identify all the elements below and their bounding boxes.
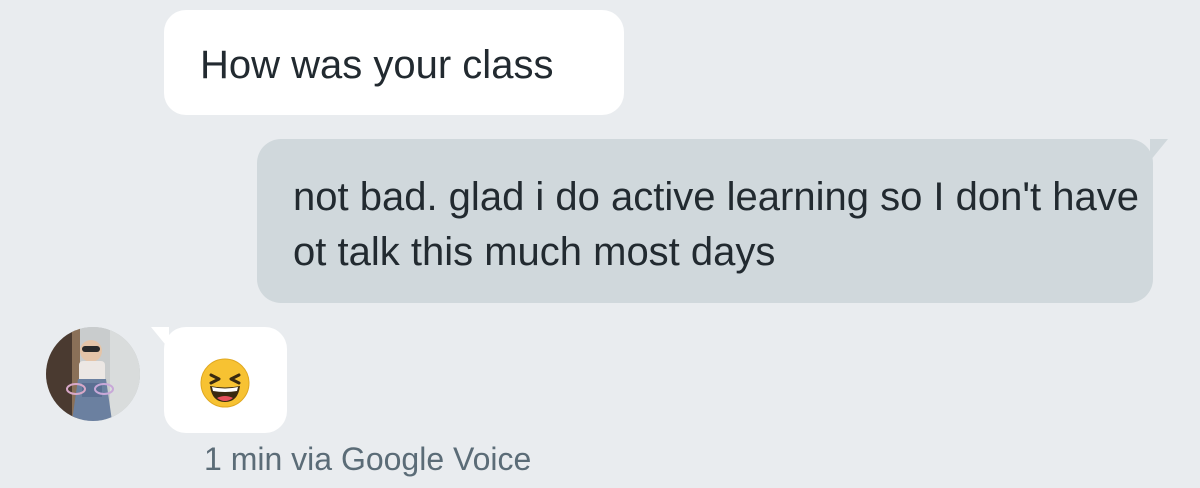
message-timestamp: 1 min via Google Voice (204, 441, 532, 477)
message-text: How was your class (200, 43, 554, 87)
laughing-face-icon (200, 358, 250, 408)
outgoing-bubble-tail (1150, 139, 1168, 161)
contact-avatar[interactable] (46, 327, 140, 421)
avatar-photo (46, 327, 140, 421)
incoming-emoji-bubble[interactable] (164, 327, 287, 433)
outgoing-message-bubble[interactable]: not bad. glad i do active learning so I … (257, 139, 1153, 303)
incoming-message-bubble[interactable]: How was your class (164, 10, 624, 115)
message-text: not bad. glad i do active learning so I … (293, 175, 1139, 274)
